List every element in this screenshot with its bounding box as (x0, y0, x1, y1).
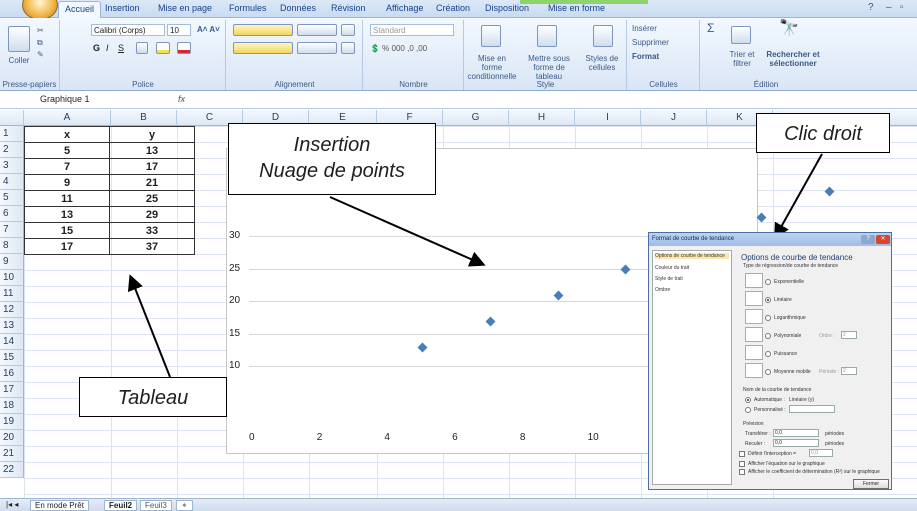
show-r2-checkbox[interactable] (739, 469, 745, 475)
radio-moving-average[interactable] (765, 369, 771, 375)
radio-auto-name[interactable] (745, 397, 751, 403)
radio-logarithmic[interactable] (765, 315, 771, 321)
linear-icon (745, 291, 763, 306)
intercept-label[interactable]: Définir l'interception = (748, 451, 796, 457)
radio-exponential[interactable] (765, 279, 771, 285)
callout-insertion-line1: Insertion (293, 134, 371, 156)
insert-sheet-icon[interactable]: ✦ (176, 500, 193, 511)
type-exponential[interactable]: Exponentielle (774, 279, 804, 285)
trendline-name-label: Nom de la courbe de tendance (743, 387, 812, 393)
polynomial-icon (745, 327, 763, 342)
intercept-checkbox[interactable] (739, 451, 745, 457)
sheet-tab-feuil2[interactable]: Feuil2 (104, 500, 138, 511)
dialog-heading: Options de courbe de tendance (741, 253, 853, 262)
status-text: En mode Prêt (30, 500, 89, 511)
dialog-nav: Options de courbe de tendance Couleur du… (652, 250, 732, 485)
regression-type-label: Type de régression/de courbe de tendance (743, 263, 839, 269)
sheet-tab-feuil3[interactable]: Feuil3 (140, 500, 172, 511)
forward-input[interactable]: 0,0 (773, 429, 819, 437)
arrow-to-chart (329, 196, 486, 267)
order-input[interactable]: 2 (841, 331, 857, 339)
period-input[interactable]: 2 (841, 367, 857, 375)
dialog-help-icon[interactable]: ? (861, 235, 875, 244)
callout-insertion-line2: Nuage de points (259, 160, 405, 182)
logarithmic-icon (745, 309, 763, 324)
moving-average-icon (745, 363, 763, 378)
show-equation-checkbox[interactable] (739, 461, 745, 467)
period-label: Période : (819, 369, 840, 375)
auto-name-label[interactable]: Automatique : (754, 397, 785, 403)
backward-label: Reculer : (745, 441, 766, 447)
forecast-label: Prévision (743, 421, 764, 427)
radio-custom-name[interactable] (745, 407, 751, 413)
sheet-tab-bar: |◂ ◂ En mode Prêt Feuil2 Feuil3 ✦ (0, 498, 917, 511)
radio-power[interactable] (765, 351, 771, 357)
close-button[interactable]: Fermer (853, 479, 889, 489)
arrow-to-table (127, 274, 171, 378)
auto-name-value: Linéaire (y) (789, 397, 815, 403)
type-logarithmic[interactable]: Logarithmique (774, 315, 806, 321)
arrow-to-dialog (774, 153, 823, 240)
callout-clic-droit: Clic droit (756, 113, 890, 153)
format-trendline-dialog: Format de courbe de tendance ? ✕ Options… (648, 232, 892, 490)
exponential-icon (745, 273, 763, 288)
type-moving-average[interactable]: Moyenne mobile (774, 369, 811, 375)
type-linear[interactable]: Linéaire (774, 297, 792, 303)
forward-unit: périodes (825, 431, 845, 437)
custom-name-label[interactable]: Personnalisé : (754, 407, 786, 413)
power-icon (745, 345, 763, 360)
show-equation-label[interactable]: Afficher l'équation sur le graphique (748, 461, 825, 467)
show-r2-label[interactable]: Afficher le coefficient de détermination… (748, 469, 880, 475)
type-power[interactable]: Puissance (774, 351, 797, 357)
callout-tableau: Tableau (79, 377, 227, 417)
sheet-nav-icons[interactable]: |◂ ◂ (2, 500, 22, 511)
forward-label: Transférer : (745, 431, 771, 437)
custom-name-input[interactable] (789, 405, 835, 413)
radio-linear[interactable] (765, 297, 771, 303)
nav-item-shadow[interactable]: Ombre (655, 287, 670, 293)
order-label: Ordre : (819, 333, 835, 339)
type-polynomial[interactable]: Polynomiale (774, 333, 801, 339)
intercept-input[interactable]: 0,0 (809, 449, 833, 457)
backward-input[interactable]: 0,0 (773, 439, 819, 447)
backward-unit: périodes (825, 441, 845, 447)
radio-polynomial[interactable] (765, 333, 771, 339)
nav-item-line-style[interactable]: Style de trait (655, 276, 683, 282)
callout-insertion: Insertion Nuage de points (228, 123, 436, 195)
dialog-title: Format de courbe de tendance (649, 233, 891, 246)
nav-item-line-color[interactable]: Couleur du trait (655, 265, 689, 271)
dialog-close-icon[interactable]: ✕ (876, 235, 890, 244)
nav-item-options[interactable]: Options de courbe de tendance (655, 253, 729, 259)
